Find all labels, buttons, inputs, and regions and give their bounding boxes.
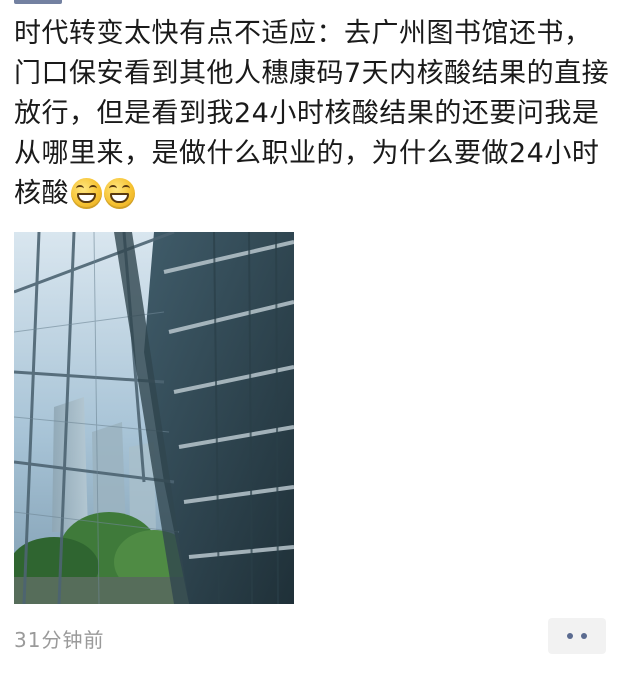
post-photo[interactable]: [14, 232, 294, 604]
cropped-author-name: [0, 0, 628, 8]
ellipsis-icon: [567, 633, 573, 639]
glass-atrium-image: [14, 232, 294, 604]
post-body: 时代转变太快有点不适应：去广州图书馆还书，门口保安看到其他人穗康码7天内核酸结果…: [14, 14, 614, 221]
more-actions-button[interactable]: [548, 618, 606, 654]
post-timestamp: 31分钟前: [14, 628, 105, 652]
grin-emoji-icon: [71, 178, 102, 209]
emoji-group: [71, 178, 137, 221]
author-name-fragment: [14, 0, 62, 4]
grin-emoji-icon: [104, 178, 135, 209]
ellipsis-icon: [581, 633, 587, 639]
